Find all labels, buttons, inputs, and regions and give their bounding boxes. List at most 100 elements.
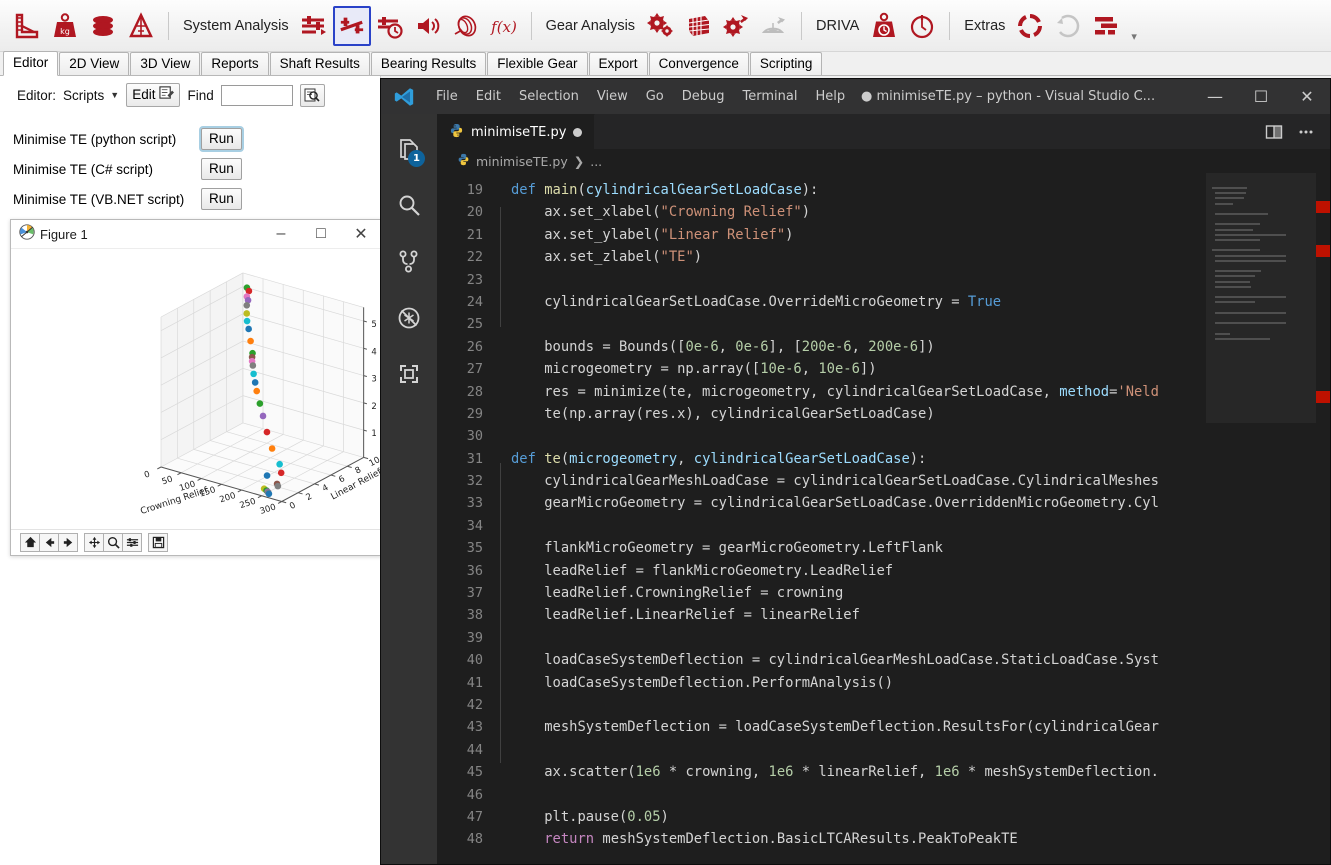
code-line[interactable] xyxy=(511,313,1206,335)
zoom-icon[interactable] xyxy=(103,533,123,552)
fx-icon[interactable]: f(x) xyxy=(485,6,523,46)
run-csharp-script-button[interactable]: Run xyxy=(201,158,242,180)
code-line[interactable]: ax.scatter(1e6 * crowning, 1e6 * linearR… xyxy=(511,761,1206,783)
ruler-icon[interactable] xyxy=(8,6,46,46)
layers-icon[interactable] xyxy=(1087,6,1125,46)
unsaved-indicator-icon[interactable] xyxy=(573,127,583,137)
code-line[interactable] xyxy=(511,784,1206,806)
code-line[interactable]: loadCaseSystemDeflection.PerformAnalysis… xyxy=(511,672,1206,694)
tab-convergence[interactable]: Convergence xyxy=(648,52,749,75)
menu-go[interactable]: Go xyxy=(637,85,673,108)
gears-icon[interactable] xyxy=(641,6,679,46)
breadcrumb-rest[interactable]: ... xyxy=(590,154,602,169)
code-line[interactable] xyxy=(511,425,1206,447)
code-line[interactable]: res = minimize(te, microgeometry, cylind… xyxy=(511,381,1206,403)
explorer-icon[interactable]: 1 xyxy=(381,122,437,178)
shaft-analysis-icon[interactable] xyxy=(332,5,371,46)
menu-terminal[interactable]: Terminal xyxy=(734,85,807,108)
fold-rail[interactable] xyxy=(497,173,511,864)
code-line[interactable]: cylindricalGearSetLoadCase.OverrideMicro… xyxy=(511,291,1206,313)
figure-close-button[interactable]: ✕ xyxy=(341,220,381,248)
code-line[interactable]: ax.set_ylabel("Linear Relief") xyxy=(511,224,1206,246)
code-line[interactable]: meshSystemDeflection = loadCaseSystemDef… xyxy=(511,716,1206,738)
code-line[interactable]: leadRelief.LinearRelief = linearRelief xyxy=(511,604,1206,626)
code-editor[interactable]: 19 20 21 22 23 24 25 26 27 28 29 30 31 32 33 34 35 36 37 38… xyxy=(437,173,1206,864)
code-content[interactable]: def main(cylindricalGearSetLoadCase): ax… xyxy=(511,173,1206,864)
split-editor-icon[interactable] xyxy=(1260,118,1288,146)
vscode-tab-minimiseTE[interactable]: minimiseTE.py xyxy=(437,114,596,149)
menu-view[interactable]: View xyxy=(588,85,637,108)
search-icon[interactable] xyxy=(381,178,437,234)
tab-editor[interactable]: Editor xyxy=(3,51,59,76)
source-control-icon[interactable] xyxy=(381,234,437,290)
bevel-gear-icon[interactable] xyxy=(755,6,793,46)
code-line[interactable] xyxy=(511,694,1206,716)
gear-bolt-icon[interactable] xyxy=(717,6,755,46)
gear-grid-icon[interactable] xyxy=(679,6,717,46)
scripts-dropdown[interactable]: Scripts ▼ xyxy=(63,88,119,103)
shaft-settings-icon[interactable] xyxy=(295,6,333,46)
code-line[interactable]: cylindricalGearMeshLoadCase = cylindrica… xyxy=(511,470,1206,492)
menu-selection[interactable]: Selection xyxy=(510,85,588,108)
weight-clock-icon[interactable] xyxy=(865,6,903,46)
tab-2d-view[interactable]: 2D View xyxy=(59,52,130,75)
code-line[interactable]: microgeometry = np.array([10e-6, 10e-6]) xyxy=(511,358,1206,380)
code-line[interactable]: flankMicroGeometry = gearMicroGeometry.L… xyxy=(511,537,1206,559)
shaft-timing-icon[interactable] xyxy=(371,6,409,46)
menu-edit[interactable]: Edit xyxy=(467,85,510,108)
weight-kg-icon[interactable]: kg xyxy=(46,6,84,46)
tab-3d-view[interactable]: 3D View xyxy=(130,52,201,75)
code-line[interactable] xyxy=(511,739,1206,761)
extensions-icon[interactable] xyxy=(381,346,437,402)
home-icon[interactable] xyxy=(20,533,40,552)
error-marker[interactable] xyxy=(1316,245,1330,257)
forward-arrow-icon[interactable] xyxy=(58,533,78,552)
code-line[interactable]: gearMicroGeometry = cylindricalGearSetLo… xyxy=(511,492,1206,514)
stack-icon[interactable] xyxy=(84,6,122,46)
menu-debug[interactable]: Debug xyxy=(673,85,734,108)
code-line[interactable]: loadCaseSystemDeflection = cylindricalGe… xyxy=(511,649,1206,671)
back-arrow-icon[interactable] xyxy=(39,533,59,552)
find-input[interactable] xyxy=(220,84,293,106)
run-debug-icon[interactable] xyxy=(381,290,437,346)
code-line[interactable] xyxy=(511,515,1206,537)
breadcrumb-file[interactable]: minimiseTE.py xyxy=(476,154,568,169)
code-line[interactable]: ax.set_xlabel("Crowning Relief") xyxy=(511,201,1206,223)
figure-minimize-button[interactable]: – xyxy=(261,220,301,248)
frame-icon[interactable] xyxy=(122,6,160,46)
tab-shaft-results[interactable]: Shaft Results xyxy=(269,52,370,75)
tab-scripting[interactable]: Scripting xyxy=(749,52,823,75)
tab-bearing-results[interactable]: Bearing Results xyxy=(370,52,487,75)
configure-subplots-icon[interactable] xyxy=(122,533,142,552)
figure-maximize-button[interactable]: □ xyxy=(301,220,341,248)
code-line[interactable] xyxy=(511,269,1206,291)
code-line[interactable]: def main(cylindricalGearSetLoadCase): xyxy=(511,179,1206,201)
edit-button[interactable]: Edit xyxy=(126,83,181,107)
code-line[interactable]: leadRelief = flankMicroGeometry.LeadReli… xyxy=(511,560,1206,582)
menu-help[interactable]: Help xyxy=(806,85,854,108)
error-marker[interactable] xyxy=(1316,201,1330,213)
code-line[interactable]: te(np.array(res.x), cylindricalGearSetLo… xyxy=(511,403,1206,425)
speaker-icon[interactable] xyxy=(409,6,447,46)
code-line[interactable]: leadRelief.CrowningRelief = crowning xyxy=(511,582,1206,604)
code-line[interactable]: ax.set_zlabel("TE") xyxy=(511,246,1206,268)
refresh-icon[interactable] xyxy=(1011,6,1049,46)
code-line[interactable]: def te(microgeometry, cylindricalGearSet… xyxy=(511,448,1206,470)
pan-icon[interactable] xyxy=(84,533,104,552)
save-icon[interactable] xyxy=(148,533,168,552)
code-line[interactable]: bounds = Bounds([0e-6, 0e-6], [200e-6, 2… xyxy=(511,336,1206,358)
run-python-script-button[interactable]: Run xyxy=(201,128,242,150)
overview-ruler[interactable] xyxy=(1316,173,1330,864)
vscode-minimize-button[interactable]: — xyxy=(1192,79,1238,114)
error-marker[interactable] xyxy=(1316,391,1330,403)
clock-icon[interactable] xyxy=(903,6,941,46)
figure-canvas[interactable]: 0 50 100 150 200 250 300 0 2 4 6 8 10 1 2 3 4 5 Crowning R… xyxy=(11,249,381,529)
vscode-close-button[interactable]: ✕ xyxy=(1284,79,1330,114)
tab-reports[interactable]: Reports xyxy=(201,52,269,75)
harmonics-icon[interactable] xyxy=(447,6,485,46)
tab-export[interactable]: Export xyxy=(588,52,648,75)
toolbar-overflow-button[interactable]: ▾ xyxy=(1131,30,1137,43)
vscode-maximize-button[interactable]: ☐ xyxy=(1238,79,1284,114)
minimap[interactable] xyxy=(1206,173,1316,864)
code-line[interactable]: plt.pause(0.05) xyxy=(511,806,1206,828)
